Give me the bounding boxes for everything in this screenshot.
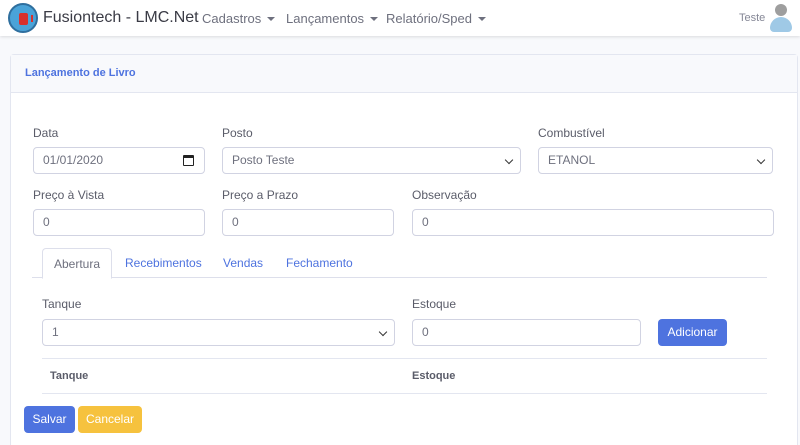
tab-fechamento[interactable]: Fechamento (275, 248, 364, 278)
user-name[interactable]: Teste (739, 12, 765, 24)
tanque-select[interactable]: 1 (42, 319, 395, 346)
cancel-button[interactable]: Cancelar (78, 406, 142, 433)
card-header: Lançamento de Livro (11, 55, 797, 93)
add-button[interactable]: Adicionar (658, 319, 727, 346)
observacao-label: Observação (412, 188, 477, 202)
data-date-input[interactable]: 01/01/2020 (33, 147, 205, 174)
observacao-input[interactable]: 0 (412, 209, 774, 236)
data-label: Data (33, 126, 59, 140)
calendar-icon[interactable] (183, 155, 194, 166)
nav-relatorio-sped[interactable]: Relatório/Sped (386, 11, 486, 26)
user-avatar-icon[interactable] (770, 4, 792, 32)
preco-prazo-input[interactable]: 0 (222, 209, 394, 236)
combustivel-label: Combustível (538, 126, 605, 140)
caret-down-icon (370, 17, 379, 21)
tab-vendas[interactable]: Vendas (212, 248, 274, 278)
preco-vista-label: Preço à Vista (33, 188, 105, 202)
tab-abertura[interactable]: Abertura (42, 248, 113, 279)
app-title: Fusiontech - LMC.Net (43, 9, 199, 26)
caret-down-icon (478, 17, 486, 21)
save-button[interactable]: Salvar (24, 406, 75, 433)
tab-recebimentos[interactable]: Recebimentos (114, 248, 213, 278)
combustivel-select[interactable]: ETANOL (538, 147, 773, 174)
posto-label: Posto (222, 126, 253, 140)
column-header-estoque: Estoque (412, 370, 456, 382)
nav-cadastros[interactable]: Cadastros (202, 11, 276, 26)
preco-prazo-label: Preço a Prazo (222, 188, 299, 202)
chevron-down-icon (504, 155, 514, 165)
table-header-row: Tanque Estoque (42, 358, 767, 394)
card-title: Lançamento de Livro (25, 67, 136, 79)
navbar: Fusiontech - LMC.Net Cadastros Lançament… (0, 0, 800, 36)
estoque-input[interactable]: 0 (412, 319, 641, 346)
fuel-pump-logo-icon (8, 3, 38, 33)
preco-vista-input[interactable]: 0 (33, 209, 205, 236)
chevron-down-icon (756, 155, 766, 165)
column-header-tanque: Tanque (50, 370, 89, 382)
caret-down-icon (267, 17, 276, 21)
nav-lancamentos[interactable]: Lançamentos (286, 11, 379, 26)
tab-bar: Abertura Recebimentos Vendas Fechamento (32, 248, 767, 279)
estoque-label: Estoque (412, 297, 457, 311)
brand[interactable]: Fusiontech - LMC.Net (8, 3, 199, 33)
tanque-label: Tanque (42, 297, 82, 311)
posto-select[interactable]: Posto Teste (222, 147, 521, 174)
chevron-down-icon (378, 327, 388, 337)
